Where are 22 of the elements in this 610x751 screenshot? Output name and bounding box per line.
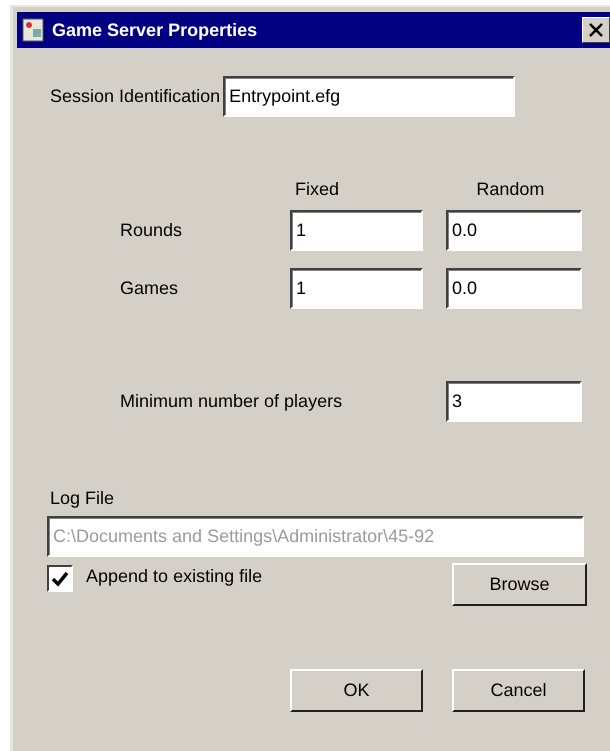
session-field[interactable]: Entrypoint.efg [223,76,516,117]
random-field[interactable]: 0.0 [446,210,582,251]
window-title: Game Server Properties [52,20,258,40]
row-label: Games [120,278,180,299]
random-field[interactable]: 0.0 [446,268,582,309]
players-field[interactable]: 3 [446,381,582,422]
browse-button[interactable]: Browse [452,563,587,606]
close-button[interactable] [582,17,610,43]
column-header: Fixed [294,179,340,200]
close-icon[interactable] [588,22,604,38]
field-label: Session Identification [50,86,220,107]
field-label: Log File [50,488,114,509]
column-header: Random [476,179,546,200]
field-label: Minimum number of players [120,391,344,412]
fixed-field[interactable]: 1 [290,210,423,251]
dialog-button[interactable]: Cancel [452,669,585,712]
row-label: Rounds [120,220,184,241]
fixed-field[interactable]: 1 [290,268,423,309]
dialog-button[interactable]: OK [290,669,423,712]
checkbox-label: Append to existing file [86,566,264,587]
checkbox[interactable] [47,565,73,592]
check-icon [51,570,69,588]
